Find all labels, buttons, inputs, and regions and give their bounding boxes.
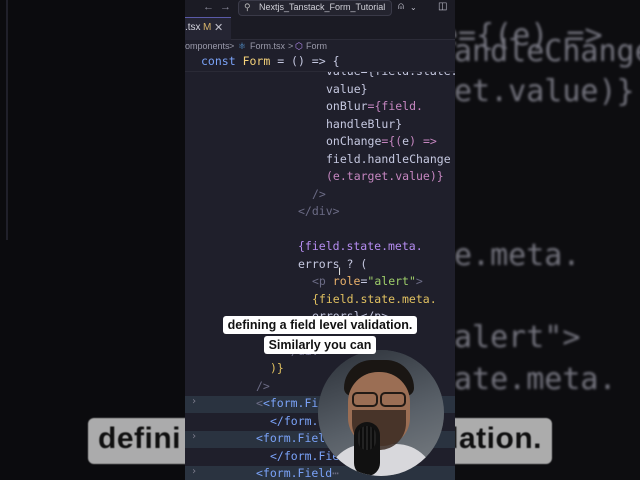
code-token: onChange (326, 134, 382, 148)
breadcrumb-sep: > (288, 41, 294, 51)
code-token: )} (270, 361, 284, 375)
code-token: ={field. (367, 99, 423, 113)
breadcrumb-file[interactable]: Form.tsx (250, 41, 285, 51)
code-token: ? ( (339, 257, 368, 271)
code-token: Form (242, 54, 271, 68)
tab-form-tsx[interactable]: .tsx M ✕ (185, 17, 231, 40)
title-bar: ← → ⚲ Nextjs_Tanstack_Form_Tutorial ⍝ ⌄ … (185, 0, 455, 17)
code-line[interactable]: field.handleChange (185, 152, 455, 169)
chevron-down-icon[interactable]: ⌄ (410, 3, 417, 12)
close-icon[interactable]: ✕ (214, 21, 223, 34)
code-line[interactable]: errors ? ( (185, 257, 455, 274)
text-cursor-icon: I (338, 266, 342, 278)
code-token: const (201, 54, 236, 68)
code-token: {field.state.meta. (312, 292, 437, 306)
code-token: <p (312, 274, 333, 288)
code-token: handleBlur} (326, 117, 403, 131)
code-line[interactable]: onBlur={field. (185, 99, 455, 116)
forward-arrow-icon[interactable]: → (220, 1, 231, 13)
webcam-presenter (318, 350, 444, 476)
code-line[interactable]: (e.target.value)} (185, 169, 455, 186)
code-token: onBlur (326, 99, 368, 113)
bg-caption-right: dation. (440, 422, 542, 455)
bg-code-line: ate.meta. (454, 362, 617, 397)
code-token: /> (312, 187, 326, 201)
code-token: errors (298, 257, 340, 271)
fold-chevron-icon[interactable]: › (191, 396, 197, 407)
code-line[interactable]: onChange={(e) => (185, 134, 455, 151)
caption-line-1: defining a field level validation. (222, 316, 418, 334)
fold-chevron-icon[interactable]: › (191, 466, 197, 477)
search-icon: ⚲ (244, 2, 251, 12)
code-token: > (415, 274, 423, 288)
layout-icon[interactable]: ◫ (438, 1, 447, 12)
code-token: = () => { (270, 54, 340, 68)
tab-label: .tsx (185, 22, 201, 33)
bg-code-line: andleChange (454, 34, 640, 69)
breadcrumb-symbol[interactable]: Form (306, 41, 327, 51)
background-left-panel (0, 0, 185, 480)
code-token: ={( (381, 134, 403, 148)
code-token: {field.state.meta. (298, 239, 423, 253)
fold-chevron-icon[interactable]: › (191, 431, 197, 442)
breadcrumb-sep: > (229, 41, 235, 51)
caption-line-2: Similarly you can (263, 336, 377, 354)
react-file-icon: ⚛ (238, 41, 247, 51)
code-token: (e.target.value)} (326, 169, 444, 183)
code-token: ) => (409, 134, 437, 148)
code-token: field.handleChange (326, 152, 451, 166)
code-line[interactable]: /> (185, 187, 455, 204)
microphone-icon (354, 422, 380, 476)
sticky-scroll-line[interactable]: const Form = () => { (185, 54, 455, 72)
code-line[interactable]: {field.state.meta. (185, 292, 455, 309)
code-line[interactable]: {field.state.meta. (185, 239, 455, 256)
code-token: </div> (298, 204, 340, 218)
breadcrumb: omponents > ⚛ Form.tsx > ⬡ Form (185, 41, 455, 55)
symbol-icon: ⬡ (295, 41, 303, 51)
copilot-icon[interactable]: ⍝ (398, 1, 404, 12)
command-center-search[interactable]: ⚲ Nextjs_Tanstack_Form_Tutorial (238, 0, 392, 16)
code-token: value} (326, 82, 368, 96)
video-caption: defining a field level validation. Simil… (0, 316, 640, 356)
back-arrow-icon[interactable]: ← (203, 1, 214, 13)
code-token: /> (256, 379, 270, 393)
background-code-zoom: e={(e) => andleChange et.value)} e.meta.… (440, 0, 640, 480)
code-line[interactable]: handleBlur} (185, 117, 455, 134)
modified-indicator: M (203, 22, 212, 33)
code-token: role (332, 274, 361, 288)
bg-code-line: e.meta. (454, 238, 581, 273)
code-line[interactable]: <p role="alert"> (185, 274, 455, 291)
code-line[interactable]: </div> (185, 204, 455, 221)
bg-code-line: et.value)} (454, 74, 635, 109)
search-text: Nextjs_Tanstack_Form_Tutorial (259, 2, 386, 12)
code-line[interactable]: value} (185, 82, 455, 99)
bg-caption-left: defini (98, 422, 181, 455)
code-token: "alert" (367, 274, 416, 288)
breadcrumb-folder[interactable]: omponents (185, 41, 230, 51)
tab-bar: .tsx M ✕ (185, 17, 455, 40)
